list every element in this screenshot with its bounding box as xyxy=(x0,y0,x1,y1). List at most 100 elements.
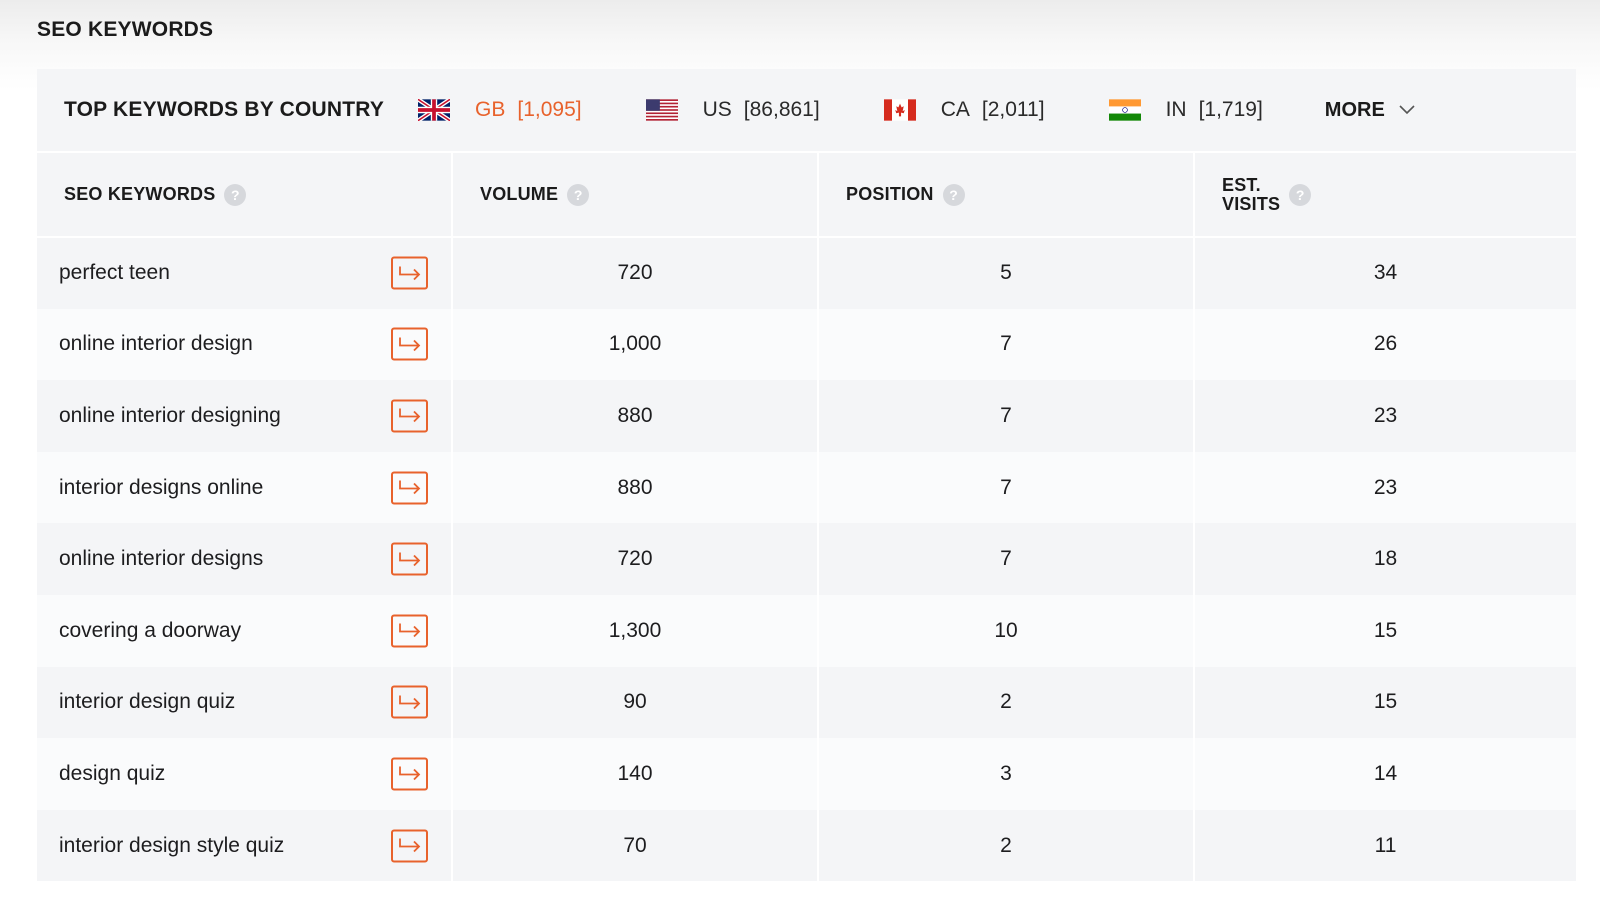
position-cell: 5 xyxy=(818,237,1195,309)
country-code: GB xyxy=(475,98,506,121)
volume-cell: 1,000 xyxy=(452,308,819,381)
country-count: [1,095] xyxy=(517,98,582,121)
keyword-text: interior designs online xyxy=(59,475,264,499)
more-label: MORE xyxy=(1324,98,1385,121)
arrow-right-icon xyxy=(398,838,420,853)
column-header-label: SEO KEYWORDS xyxy=(64,184,216,204)
open-keyword-button[interactable] xyxy=(391,685,428,719)
help-icon[interactable]: ? xyxy=(224,183,247,206)
column-header-label: VOLUME xyxy=(480,184,559,204)
open-keyword-button[interactable] xyxy=(391,256,428,290)
arrow-right-icon xyxy=(398,695,420,709)
chevron-down-icon xyxy=(1399,105,1415,115)
section-title: SEO KEYWORDS xyxy=(37,18,214,41)
position-cell: 3 xyxy=(818,738,1195,810)
keyword-text: perfect teen xyxy=(59,261,170,285)
help-icon[interactable]: ? xyxy=(567,183,590,206)
visits-cell: 18 xyxy=(1194,523,1576,595)
column-header-keywords[interactable]: SEO KEYWORDS ? xyxy=(37,153,453,238)
open-keyword-button[interactable] xyxy=(391,829,428,863)
table-row: interior design style quiz 70 2 11 xyxy=(37,809,1576,882)
help-icon[interactable]: ? xyxy=(1289,183,1312,206)
keyword-cell: online interior designs xyxy=(37,523,453,595)
table-row: interior design quiz 90 2 15 xyxy=(37,666,1576,739)
visits-cell: 26 xyxy=(1194,308,1576,381)
help-icon[interactable]: ? xyxy=(942,183,965,206)
table-row: perfect teen 720 5 34 xyxy=(37,237,1576,309)
keyword-cell: covering a doorway xyxy=(37,594,453,667)
keywords-table: SEO KEYWORDS ? VOLUME ? POSITION ? EST. … xyxy=(37,153,1576,882)
us-flag-icon xyxy=(645,99,678,121)
volume-cell: 1,300 xyxy=(452,594,819,667)
volume-cell: 720 xyxy=(452,523,819,595)
keyword-text: interior design style quiz xyxy=(59,833,285,857)
more-countries-dropdown[interactable]: MORE xyxy=(1325,99,1415,122)
table-row: interior designs online 880 7 23 xyxy=(37,451,1576,524)
india-flag-icon xyxy=(1108,99,1141,121)
open-keyword-button[interactable] xyxy=(391,614,428,648)
column-header-volume[interactable]: VOLUME ? xyxy=(452,153,819,238)
visits-cell: 23 xyxy=(1194,451,1576,524)
open-keyword-button[interactable] xyxy=(391,757,428,791)
open-keyword-button[interactable] xyxy=(391,399,428,433)
column-header-est-visits[interactable]: EST. VISITS ? xyxy=(1194,153,1576,238)
visits-cell: 15 xyxy=(1194,594,1576,667)
open-keyword-button[interactable] xyxy=(391,327,428,361)
country-tab-us[interactable]: US [86,861] xyxy=(645,98,820,122)
volume-cell: 880 xyxy=(452,380,819,452)
country-code: IN xyxy=(1165,98,1187,121)
position-cell: 7 xyxy=(818,380,1195,452)
volume-cell: 880 xyxy=(452,451,819,524)
country-tab-ca[interactable]: CA [2,011] xyxy=(883,98,1045,122)
visits-cell: 23 xyxy=(1194,380,1576,452)
country-code: US xyxy=(702,98,732,121)
arrow-right-icon xyxy=(398,552,420,566)
volume-cell: 720 xyxy=(452,237,819,309)
position-cell: 7 xyxy=(818,523,1195,595)
country-tab-in[interactable]: IN [1,719] xyxy=(1108,98,1263,122)
keyword-cell: design quiz xyxy=(37,738,453,810)
keyword-text: online interior designs xyxy=(59,547,264,571)
country-tab-gb[interactable]: GB [1,095] xyxy=(418,98,582,122)
arrow-right-icon xyxy=(398,480,420,495)
open-keyword-button[interactable] xyxy=(391,471,428,505)
arrow-right-icon xyxy=(398,408,420,423)
arrow-right-icon xyxy=(398,337,420,352)
table-row: design quiz 140 3 14 xyxy=(37,738,1576,810)
visits-cell: 34 xyxy=(1194,237,1576,309)
column-header-position[interactable]: POSITION ? xyxy=(818,153,1195,238)
column-header-label-line2: VISITS xyxy=(1222,193,1281,214)
table-row: online interior design 1,000 7 26 xyxy=(37,308,1576,381)
canada-flag-icon xyxy=(883,99,916,121)
volume-cell: 140 xyxy=(452,738,819,810)
column-header-label: POSITION xyxy=(846,184,934,204)
open-keyword-button[interactable] xyxy=(391,542,428,576)
keyword-cell: interior design style quiz xyxy=(37,809,453,882)
country-bar-label: TOP KEYWORDS BY COUNTRY xyxy=(64,98,385,121)
column-header-label: EST. VISITS xyxy=(1222,175,1281,214)
keyword-text: design quiz xyxy=(59,761,166,785)
position-cell: 7 xyxy=(818,451,1195,524)
keyword-cell: online interior designing xyxy=(37,380,453,452)
country-bar: TOP KEYWORDS BY COUNTRY GB [1,095] US [8… xyxy=(37,69,1576,153)
volume-cell: 90 xyxy=(452,666,819,739)
table-row: online interior designs 720 7 18 xyxy=(37,523,1576,595)
keyword-text: online interior designing xyxy=(59,403,281,427)
country-count: [1,719] xyxy=(1198,98,1263,121)
table-row: covering a doorway 1,300 10 15 xyxy=(37,594,1576,667)
volume-cell: 70 xyxy=(452,809,819,882)
uk-flag-icon xyxy=(418,99,451,121)
country-count: [2,011] xyxy=(981,98,1045,121)
keyword-text: interior design quiz xyxy=(59,690,236,714)
table-row: online interior designing 880 7 23 xyxy=(37,380,1576,452)
keyword-cell: interior designs online xyxy=(37,451,453,524)
arrow-right-icon xyxy=(398,623,420,638)
seo-keywords-panel: TOP KEYWORDS BY COUNTRY GB [1,095] US [8… xyxy=(37,69,1576,882)
visits-cell: 11 xyxy=(1194,809,1576,882)
visits-cell: 14 xyxy=(1194,738,1576,810)
keyword-text: covering a doorway xyxy=(59,618,242,642)
visits-cell: 15 xyxy=(1194,666,1576,739)
position-cell: 2 xyxy=(818,666,1195,739)
keyword-text: online interior design xyxy=(59,332,253,356)
country-code: CA xyxy=(940,98,970,121)
